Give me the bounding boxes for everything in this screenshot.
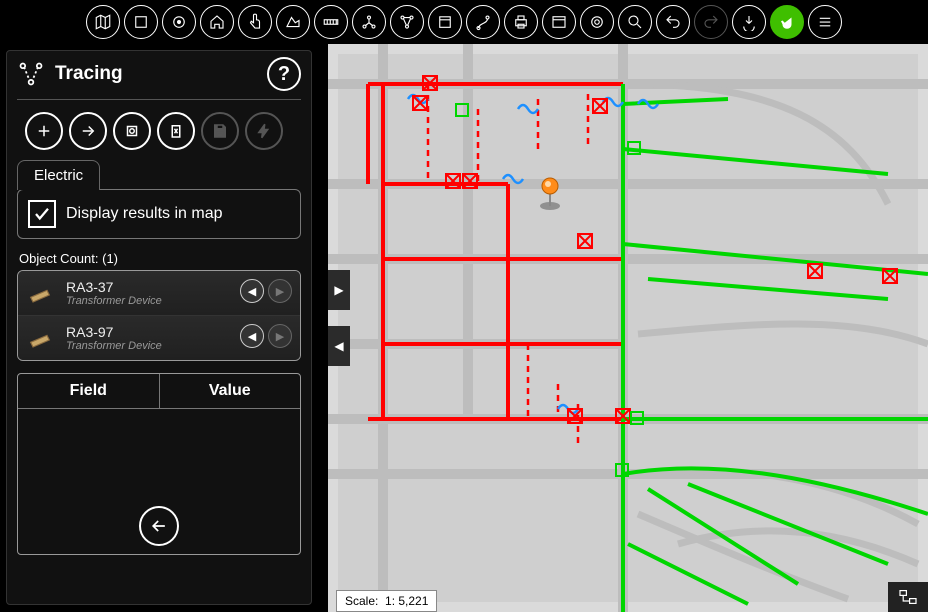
map-expand-button[interactable]: ▶: [328, 270, 350, 310]
route-button[interactable]: [466, 5, 500, 39]
home-button[interactable]: [200, 5, 234, 39]
add-button[interactable]: [25, 112, 63, 150]
delete-button[interactable]: [157, 112, 195, 150]
download-button[interactable]: [732, 5, 766, 39]
selection-button[interactable]: [580, 5, 614, 39]
redo-button[interactable]: [694, 5, 728, 39]
display-results-checkbox[interactable]: [28, 200, 56, 228]
grid-header-field: Field: [18, 374, 160, 408]
map-canvas[interactable]: ▶ ◀ Scale: 1: 5,221: [328, 44, 928, 612]
transformer-icon: [26, 326, 54, 354]
prev-result-button[interactable]: ◀: [240, 324, 264, 348]
target-button[interactable]: [113, 112, 151, 150]
network-connected-button[interactable]: [390, 5, 424, 39]
pan-button[interactable]: [770, 5, 804, 39]
next-result-button[interactable]: ▶: [268, 324, 292, 348]
list-item[interactable]: RA3-37 Transformer Device ◀ ▶: [18, 271, 300, 316]
object-count-label: Object Count: (1): [19, 251, 301, 266]
basemap-button[interactable]: [86, 5, 120, 39]
window-button[interactable]: [542, 5, 576, 39]
config-box: Display results in map: [17, 189, 301, 239]
network-trace-button[interactable]: [352, 5, 386, 39]
touch-button[interactable]: [238, 5, 272, 39]
measure-ruler-button[interactable]: [314, 5, 348, 39]
map-collapse-button[interactable]: ◀: [328, 326, 350, 366]
attribute-grid: Field Value: [17, 373, 301, 555]
next-result-button[interactable]: ▶: [268, 279, 292, 303]
network-status-widget[interactable]: [888, 582, 928, 612]
search-button[interactable]: [618, 5, 652, 39]
results-list: RA3-37 Transformer Device ◀ ▶ RA3-97 Tra…: [17, 270, 301, 361]
run-button[interactable]: [245, 112, 283, 150]
tracing-panel: Tracing ? Electric Display results in ma…: [6, 50, 312, 605]
measure-area-button[interactable]: [276, 5, 310, 39]
top-toolbar: [0, 0, 928, 44]
scale-display: Scale: 1: 5,221: [336, 590, 437, 612]
next-button[interactable]: [69, 112, 107, 150]
transformer-icon: [26, 281, 54, 309]
grid-header-value: Value: [160, 374, 301, 408]
undo-button[interactable]: [656, 5, 690, 39]
panel-title: Tracing: [55, 63, 267, 85]
help-button[interactable]: ?: [267, 57, 301, 91]
bookmark-button[interactable]: [428, 5, 462, 39]
list-item[interactable]: RA3-97 Transformer Device ◀ ▶: [18, 316, 300, 360]
display-results-label: Display results in map: [66, 205, 223, 223]
tab-electric[interactable]: Electric: [17, 160, 100, 190]
overview-button[interactable]: [162, 5, 196, 39]
prev-result-button[interactable]: ◀: [240, 279, 264, 303]
menu-button[interactable]: [808, 5, 842, 39]
tracing-toolbar: [17, 108, 301, 160]
back-button[interactable]: [139, 506, 179, 546]
tracing-icon: [17, 60, 45, 88]
save-button[interactable]: [201, 112, 239, 150]
layers-button[interactable]: [124, 5, 158, 39]
print-button[interactable]: [504, 5, 538, 39]
